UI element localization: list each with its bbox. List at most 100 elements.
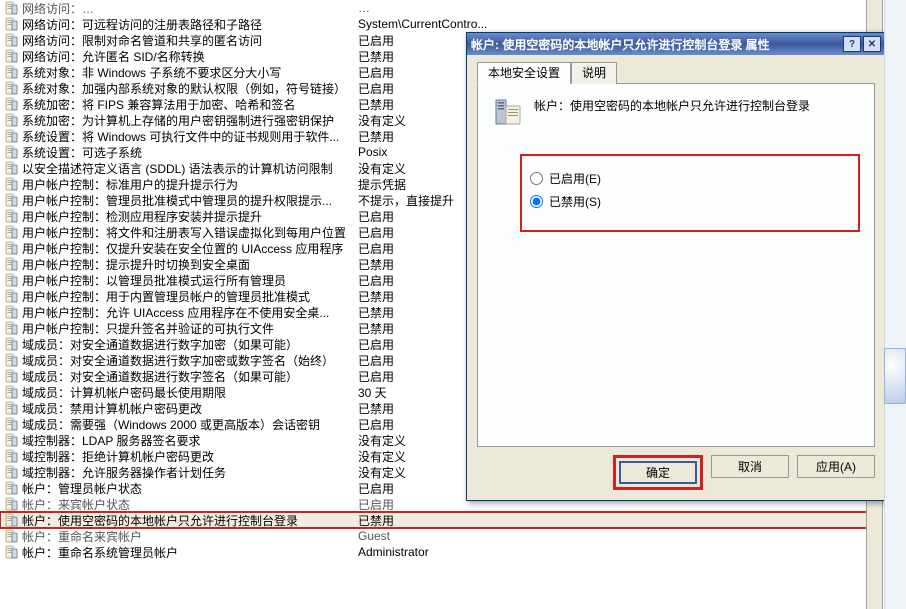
policy-item-name: 网络访问：… [22,0,358,17]
side-decoration [884,348,906,404]
policy-item-icon [4,401,18,415]
properties-dialog: 帐户: 使用空密码的本地帐户只允许进行控制台登录 属性 ? ✕ 本地安全设置 说… [466,32,886,501]
policy-item-value: Administrator [358,545,878,559]
policy-item-name: 域成员：对安全通道数据进行数字签名（如果可能） [22,368,358,385]
dialog-buttons: 确定 取消 应用(A) [477,455,875,490]
policy-item-icon [4,241,18,255]
policy-item-name: 用户帐户控制：标准用户的提升提示行为 [22,176,358,193]
policy-item-name: 帐户：使用空密码的本地帐户只允许进行控制台登录 [22,512,358,529]
policy-item-icon [4,97,18,111]
list-item[interactable]: 网络访问：…… [0,0,882,16]
policy-item-name: 域控制器：LDAP 服务器签名要求 [22,432,358,449]
policy-item-name: 用户帐户控制：允许 UIAccess 应用程序在不使用安全桌... [22,304,358,321]
side-strip [884,0,906,609]
policy-item-name: 网络访问：可远程访问的注册表路径和子路径 [22,16,358,33]
tabstrip: 本地安全设置 说明 [477,62,875,84]
policy-item-icon [4,353,18,367]
tab-panel: 帐户：使用空密码的本地帐户只允许进行控制台登录 已启用(E) 已禁用(S) [477,83,875,447]
tab-local-security[interactable]: 本地安全设置 [477,62,571,84]
policy-item-name: 用户帐户控制：提示提升时切换到安全桌面 [22,256,358,273]
ok-button-highlight: 确定 [613,455,703,490]
policy-item-icon [4,465,18,479]
policy-item-icon [4,337,18,351]
policy-item-name: 用户帐户控制：检测应用程序安装并提示提升 [22,208,358,225]
radio-enabled[interactable] [530,172,543,185]
policy-item-name: 以安全描述符定义语言 (SDDL) 语法表示的计算机访问限制 [22,160,358,177]
policy-item-name: 域控制器：拒绝计算机帐户密码更改 [22,448,358,465]
policy-item-icon [4,273,18,287]
policy-item-name: 域成员：对安全通道数据进行数字加密（如果可能） [22,336,358,353]
tab-description[interactable]: 说明 [571,62,617,84]
policy-item-name: 域成员：需要强（Windows 2000 或更高版本）会话密钥 [22,416,358,433]
policy-item-icon [4,65,18,79]
policy-item-name: 用户帐户控制：只提升签名并验证的可执行文件 [22,320,358,337]
policy-item-name: 用户帐户控制：仅提升安装在安全位置的 UIAccess 应用程序 [22,240,358,257]
policy-item-icon [4,449,18,463]
policy-item-value: System\CurrentContro... [358,17,878,31]
policy-item-icon [4,417,18,431]
policy-item-value: Guest [358,529,878,543]
policy-item-icon [4,177,18,191]
policy-item-name: 帐户：来宾帐户状态 [22,496,358,513]
policy-item-value: 已禁用 [358,512,878,529]
policy-item-icon [4,545,18,559]
policy-item-icon [4,289,18,303]
policy-item-name: 网络访问：允许匿名 SID/名称转换 [22,48,358,65]
policy-item-icon [4,1,18,15]
policy-item-name: 用户帐户控制：用于内置管理员帐户的管理员批准模式 [22,288,358,305]
policy-item-icon [4,369,18,383]
apply-button[interactable]: 应用(A) [797,455,875,478]
policy-item-icon [4,497,18,511]
policy-item-name: 域成员：计算机帐户密码最长使用期限 [22,384,358,401]
policy-item-icon [4,225,18,239]
dialog-titlebar[interactable]: 帐户: 使用空密码的本地帐户只允许进行控制台登录 属性 ? ✕ [467,33,885,55]
policy-item-name: 帐户：重命名来宾帐户 [22,528,358,545]
policy-item-icon [4,129,18,143]
policy-item-name: 用户帐户控制：将文件和注册表写入错误虚拟化到每用户位置 [22,224,358,241]
policy-item-name: 用户帐户控制：以管理员批准模式运行所有管理员 [22,272,358,289]
policy-item-icon [4,433,18,447]
policy-item-icon [4,161,18,175]
policy-item-icon [4,113,18,127]
policy-item-icon [4,49,18,63]
policy-item-value: … [358,1,878,15]
policy-item-icon [4,321,18,335]
policy-title: 帐户：使用空密码的本地帐户只允许进行控制台登录 [534,96,810,114]
policy-item-name: 系统加密：将 FIPS 兼容算法用于加密、哈希和签名 [22,96,358,113]
policy-item-name: 系统设置：将 Windows 可执行文件中的证书规则用于软件... [22,128,358,145]
policy-item-icon [4,257,18,271]
policy-item-name: 域控制器：允许服务器操作者计划任务 [22,464,358,481]
radio-group-highlight: 已启用(E) 已禁用(S) [520,154,860,232]
policy-item-icon [4,385,18,399]
policy-item-name: 系统对象：非 Windows 子系统不要求区分大小写 [22,64,358,81]
list-item[interactable]: 帐户：重命名来宾帐户Guest [0,528,882,544]
policy-item-icon [4,529,18,543]
ok-button[interactable]: 确定 [619,461,697,484]
policy-item-name: 网络访问：限制对命名管道和共享的匿名访问 [22,32,358,49]
policy-item-icon [4,145,18,159]
close-button[interactable]: ✕ [863,36,881,52]
policy-item-name: 帐户：重命名系统管理员帐户 [22,544,358,561]
policy-item-icon [4,81,18,95]
policy-item-icon [4,481,18,495]
policy-item-icon [4,193,18,207]
list-item-selected[interactable]: 帐户：使用空密码的本地帐户只允许进行控制台登录已禁用 [0,512,882,528]
policy-item-icon [4,513,18,527]
cancel-button[interactable]: 取消 [711,455,789,478]
policy-icon [492,96,524,128]
radio-enabled-label[interactable]: 已启用(E) [549,170,601,187]
policy-item-icon [4,17,18,31]
policy-item-name: 域成员：对安全通道数据进行数字加密或数字签名（始终） [22,352,358,369]
radio-disabled-label[interactable]: 已禁用(S) [549,193,601,210]
policy-item-icon [4,305,18,319]
list-item[interactable]: 网络访问：可远程访问的注册表路径和子路径System\CurrentContro… [0,16,882,32]
help-button[interactable]: ? [843,36,861,52]
radio-disabled[interactable] [530,195,543,208]
policy-item-icon [4,33,18,47]
policy-item-name: 帐户：管理员帐户状态 [22,480,358,497]
list-item[interactable]: 帐户：重命名系统管理员帐户Administrator [0,544,882,560]
policy-item-name: 用户帐户控制：管理员批准模式中管理员的提升权限提示... [22,192,358,209]
policy-item-name: 系统对象：加强内部系统对象的默认权限（例如，符号链接） [22,80,358,97]
policy-item-name: 域成员：禁用计算机帐户密码更改 [22,400,358,417]
dialog-title: 帐户: 使用空密码的本地帐户只允许进行控制台登录 属性 [471,36,841,53]
